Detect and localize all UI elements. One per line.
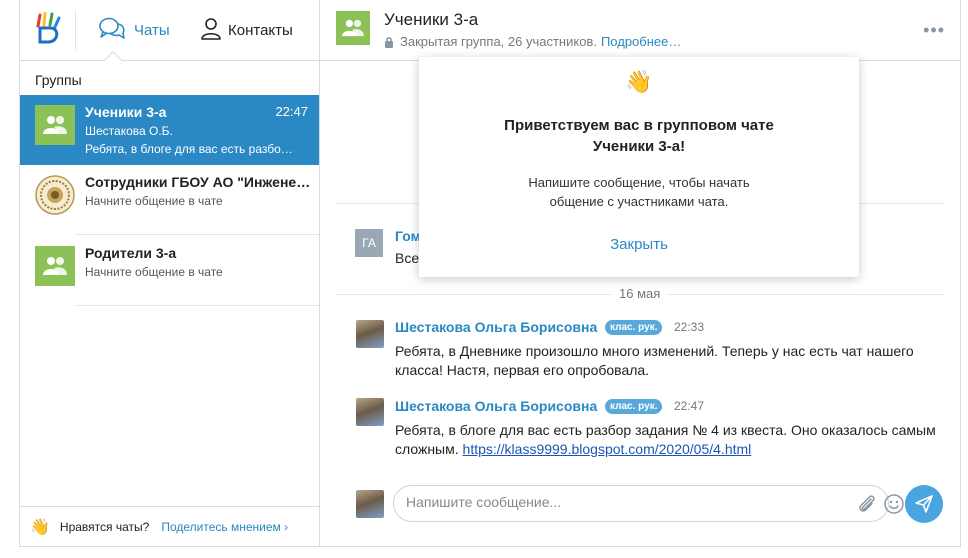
- avatar[interactable]: [356, 398, 384, 426]
- school-emblem-avatar: [35, 175, 75, 215]
- chat-time: 22:47: [275, 104, 308, 119]
- emoji-icon[interactable]: [883, 493, 905, 518]
- avatar[interactable]: ГА: [355, 229, 383, 257]
- message-author[interactable]: Шестакова Ольга Борисовна: [395, 319, 597, 335]
- message-text: Ребята, в Дневнике произошло много измен…: [395, 343, 914, 378]
- chat-list-item-staff[interactable]: Сотрудники ГБОУ АО "Инжене… Начните обще…: [20, 165, 319, 235]
- message-author[interactable]: Шестакова Ольга Борисовна: [395, 398, 597, 414]
- contacts-icon: [200, 17, 222, 44]
- chat-separator: [75, 234, 319, 235]
- emblem-icon: [35, 175, 75, 215]
- more-dots-icon[interactable]: •••: [923, 20, 945, 41]
- groups-heading: Группы: [35, 72, 82, 88]
- tab-contacts-label: Контакты: [228, 21, 293, 39]
- group-avatar: [35, 246, 75, 286]
- tab-chats-label: Чаты: [134, 21, 170, 39]
- chat-preview: Ребята, в блоге для вас есть разбо…: [85, 142, 293, 156]
- message-time: 22:47: [674, 399, 705, 413]
- send-icon: [915, 495, 933, 513]
- popup-text-line1: Напишите сообщение, чтобы начать: [528, 175, 750, 190]
- date-separator: 16 мая: [611, 286, 669, 301]
- waving-hand-icon: 👋: [30, 518, 50, 536]
- group-avatar: [35, 105, 75, 145]
- chat-header-avatar[interactable]: [336, 11, 370, 45]
- sidebar-header: Чаты Контакты: [20, 0, 319, 71]
- role-badge: клас. рук.: [605, 399, 663, 414]
- chat-separator: [75, 305, 319, 306]
- message-time: 22:33: [674, 320, 705, 334]
- group-users-icon: [43, 257, 67, 275]
- chat-header-title: Ученики 3-а: [384, 10, 479, 29]
- chat-list-item-parents[interactable]: Родители 3-а Начните общение в чате: [20, 236, 319, 306]
- group-users-icon: [342, 19, 364, 37]
- chat-list-item-students[interactable]: Ученики 3-а 22:47 Шестакова О.Б. Ребята,…: [20, 95, 319, 165]
- welcome-popup: 👋 Приветствуем вас в групповом чате Учен…: [419, 57, 859, 277]
- chat-header-subtitle: Закрытая группа, 26 участников. Подробне…: [384, 34, 681, 49]
- popup-heading-line1: Приветствуем вас в групповом чате: [504, 117, 774, 134]
- header-bottom-border: [20, 60, 319, 61]
- chat-title: Сотрудники ГБОУ АО "Инжене…: [85, 174, 310, 190]
- chat-header: Ученики 3-а Закрытая группа, 26 участник…: [320, 0, 961, 61]
- tab-contacts[interactable]: Контакты: [200, 15, 293, 45]
- message-composer: [393, 485, 904, 522]
- waving-hand-icon: 👋: [625, 69, 653, 94]
- message-text: Ребята, в блоге для вас есть разбор зада…: [395, 421, 965, 459]
- more-details-link[interactable]: Подробнее…: [601, 34, 681, 49]
- active-tab-pointer: [103, 51, 123, 71]
- popup-heading: Приветствуем вас в групповом чате Ученик…: [419, 115, 859, 157]
- chat-title: Родители 3-а: [85, 245, 177, 261]
- sidebar: Чаты Контакты Группы Ученики 3-а 22:47 Ш…: [20, 0, 320, 546]
- popup-close-button[interactable]: Закрыть: [419, 236, 859, 253]
- popup-heading-line2: Ученики 3-а!: [592, 138, 686, 155]
- lock-icon: [384, 36, 394, 48]
- group-users-icon: [43, 116, 67, 134]
- message-input[interactable]: [406, 494, 846, 510]
- role-badge: клас. рук.: [605, 320, 663, 335]
- chats-icon: [98, 16, 126, 45]
- chat-preview: Начните общение в чате: [85, 194, 223, 208]
- dnevnik-logo-icon[interactable]: [34, 11, 64, 44]
- popup-text-line2: общение с участниками чата.: [549, 194, 729, 209]
- send-button[interactable]: [905, 485, 943, 523]
- chat-preview: Начните общение в чате: [85, 265, 223, 279]
- tab-chats[interactable]: Чаты: [98, 15, 170, 45]
- avatar[interactable]: [356, 320, 384, 348]
- blog-link[interactable]: https://klass9999.blogspot.com/2020/05/4…: [463, 441, 752, 457]
- share-feedback-link[interactable]: Поделитесь мнением ›: [161, 520, 288, 534]
- header-divider: [75, 10, 76, 50]
- chat-last-author: Шестакова О.Б.: [85, 124, 173, 138]
- feedback-question: Нравятся чаты?: [59, 519, 150, 534]
- group-info-text: Закрытая группа, 26 участников.: [400, 34, 597, 49]
- my-avatar: [356, 490, 384, 518]
- feedback-bar: 👋 Нравятся чаты? Поделитесь мнением ›: [20, 506, 319, 546]
- paperclip-icon[interactable]: [856, 493, 878, 518]
- popup-text: Напишите сообщение, чтобы начать общение…: [419, 173, 859, 211]
